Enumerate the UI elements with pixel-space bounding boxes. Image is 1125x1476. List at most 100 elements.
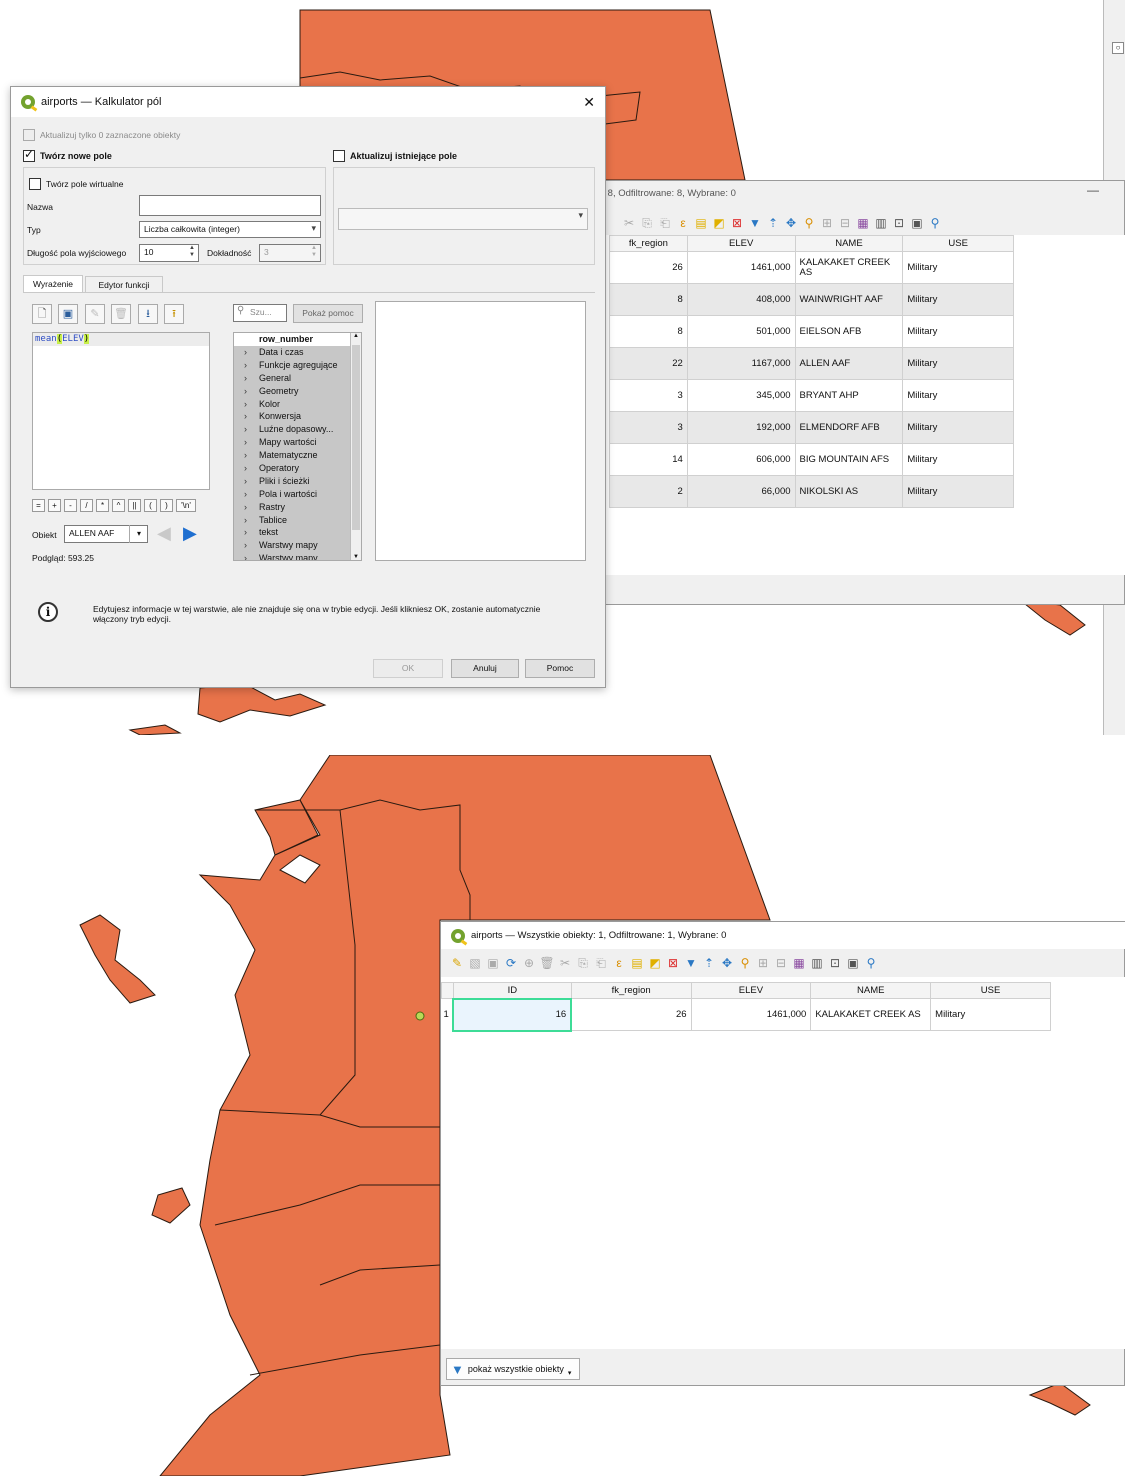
tab-function-editor[interactable]: Edytor funkcji [85, 276, 163, 293]
ok-button[interactable]: OK [373, 659, 443, 678]
paste-icon[interactable]: ⎗ [657, 215, 673, 231]
invert-selection-icon[interactable]: ◩ [647, 955, 663, 971]
table-cell[interactable]: 8 [609, 283, 688, 316]
spinbox-arrows-icon[interactable]: ▲ ▼ [189, 245, 195, 259]
toggle-editing-icon[interactable]: ✎ [449, 955, 465, 971]
dropdown-arrow-icon[interactable]: ▾ [129, 525, 148, 543]
actions-icon[interactable]: ▣ [845, 955, 861, 971]
table-cell[interactable]: 1461,000 [686, 251, 796, 284]
function-group[interactable]: Pliki i ścieżki [234, 475, 361, 488]
edit-icon[interactable]: ✎ [85, 304, 105, 324]
table-row[interactable]: 8 501,000 EIELSON AFB Military [609, 315, 1014, 348]
table-cell[interactable]: 22 [609, 347, 688, 380]
function-group[interactable]: Mapy wartości [234, 436, 361, 449]
show-help-button[interactable]: Pokaż pomoc [293, 304, 363, 323]
delete-field-icon[interactable]: ⊟ [773, 955, 789, 971]
operator-concat-button[interactable]: || [128, 499, 141, 512]
virtual-field-checkbox[interactable]: Twórz pole wirtualne [29, 178, 123, 191]
table-cell[interactable]: 1167,000 [686, 347, 796, 380]
function-group[interactable]: Rastry [234, 501, 361, 514]
table-cell[interactable]: KALAKAKET CREEK AS [794, 251, 904, 284]
copy-icon[interactable]: ⎘ [575, 955, 591, 971]
table-cell[interactable]: WAINWRIGHT AAF [794, 283, 904, 316]
import-icon[interactable]: ⭳ [138, 304, 158, 324]
delete-field-icon[interactable]: ⊟ [837, 215, 853, 231]
table-cell[interactable]: 408,000 [686, 283, 796, 316]
new-field-icon[interactable]: ⊞ [819, 215, 835, 231]
operator-open-paren-button[interactable]: ( [144, 499, 157, 512]
function-group[interactable]: Warstwy mapy [234, 539, 361, 552]
select-all-icon[interactable]: ▤ [629, 955, 645, 971]
actions-icon[interactable]: ▣ [909, 215, 925, 231]
table-row[interactable]: 2 66,000 NIKOLSKI AS Military [609, 475, 1014, 508]
move-selection-icon[interactable]: ✂ [621, 215, 637, 231]
name-input[interactable] [139, 195, 321, 216]
dock-icon[interactable]: ⊡ [827, 955, 843, 971]
operator-multiply-button[interactable]: * [96, 499, 109, 512]
deselect-icon[interactable]: ⊠ [665, 955, 681, 971]
zoom-selection-icon[interactable]: ⚲ [801, 215, 817, 231]
paste-icon[interactable]: ⎗ [593, 955, 609, 971]
function-group[interactable]: Luźne dopasowy... [234, 423, 361, 436]
table-cell[interactable]: 1461,000 [690, 998, 812, 1031]
table-cell[interactable]: 345,000 [686, 379, 796, 412]
table-row[interactable]: 3 345,000 BRYANT AHP Military [609, 379, 1014, 412]
column-header[interactable]: NAME [810, 982, 932, 999]
show-all-features-button[interactable]: ▼ pokaż wszystkie obiekty ▾ [446, 1358, 581, 1380]
operator-equals-button[interactable]: = [32, 499, 45, 512]
operator-divide-button[interactable]: / [80, 499, 93, 512]
zoom-map-icon[interactable]: ⚲ [927, 215, 943, 231]
table-cell[interactable]: 14 [609, 443, 688, 476]
column-header[interactable]: ID [452, 982, 572, 999]
table-row[interactable]: 8 408,000 WAINWRIGHT AAF Military [609, 283, 1014, 316]
pan-icon[interactable]: ✥ [719, 955, 735, 971]
deselect-icon[interactable]: ⊠ [729, 215, 745, 231]
table-cell[interactable]: Military [902, 443, 1014, 476]
select-expression-icon[interactable]: ε [675, 215, 691, 231]
dock-icon[interactable]: ⊡ [891, 215, 907, 231]
operator-power-button[interactable]: ^ [112, 499, 125, 512]
operator-newline-button[interactable]: '\n' [176, 499, 196, 512]
zoom-map-icon[interactable]: ⚲ [863, 955, 879, 971]
type-select[interactable]: Liczba całkowita (integer) [139, 221, 321, 238]
function-group[interactable]: General [234, 372, 361, 385]
update-existing-checkbox[interactable]: Aktualizuj istniejące pole [333, 150, 457, 163]
table-cell[interactable]: BRYANT AHP [794, 379, 904, 412]
function-search-input[interactable]: ⚲ Szu... [233, 304, 287, 322]
column-header[interactable]: USE [930, 982, 1051, 999]
filter-icon[interactable]: ▼ [683, 955, 699, 971]
table-row[interactable]: 22 1167,000 ALLEN AAF Military [609, 347, 1014, 380]
table-cell[interactable]: 26 [570, 998, 692, 1031]
table-cell[interactable]: 66,000 [686, 475, 796, 508]
export-icon[interactable]: ⭱ [164, 304, 184, 324]
add-feature-icon[interactable]: ⊕ [521, 955, 537, 971]
function-group[interactable]: Pola i wartości [234, 488, 361, 501]
new-file-icon[interactable]: 🗋 [32, 304, 52, 324]
table-cell[interactable]: Military [902, 347, 1014, 380]
table-cell[interactable]: 2 [609, 475, 688, 508]
invert-selection-icon[interactable]: ◩ [711, 215, 727, 231]
help-button[interactable]: Pomoc [525, 659, 595, 678]
new-field-icon[interactable]: ⊞ [755, 955, 771, 971]
table-cell[interactable]: ALLEN AAF [794, 347, 904, 380]
function-group[interactable]: Warstwy mapy [234, 552, 361, 560]
spinbox-arrows-icon[interactable]: ▲ ▼ [311, 245, 317, 259]
table-cell[interactable]: 3 [609, 411, 688, 444]
function-group[interactable]: Kolor [234, 398, 361, 411]
conditional-format-icon[interactable]: ▥ [809, 955, 825, 971]
previous-feature-icon[interactable]: ◀ [157, 523, 171, 543]
table-row[interactable]: 26 1461,000 KALAKAKET CREEK AS Military [609, 251, 1014, 284]
function-group[interactable]: Konwersja [234, 410, 361, 423]
minimize-icon[interactable]: — [1087, 183, 1099, 197]
multi-edit-icon[interactable]: ▧ [467, 955, 483, 971]
function-group[interactable]: Operatory [234, 462, 361, 475]
copy-icon[interactable]: ⎘ [639, 215, 655, 231]
table-cell[interactable]: Military [902, 315, 1014, 348]
save-edits-icon[interactable]: ▣ [485, 955, 501, 971]
scroll-thumb[interactable] [352, 345, 360, 530]
select-expression-icon[interactable]: ε [611, 955, 627, 971]
scroll-up-icon[interactable]: ▲ [351, 333, 361, 339]
table-cell[interactable]: Military [930, 998, 1051, 1031]
zoom-selection-icon[interactable]: ⚲ [737, 955, 753, 971]
row-number[interactable]: 1 [442, 999, 454, 1031]
